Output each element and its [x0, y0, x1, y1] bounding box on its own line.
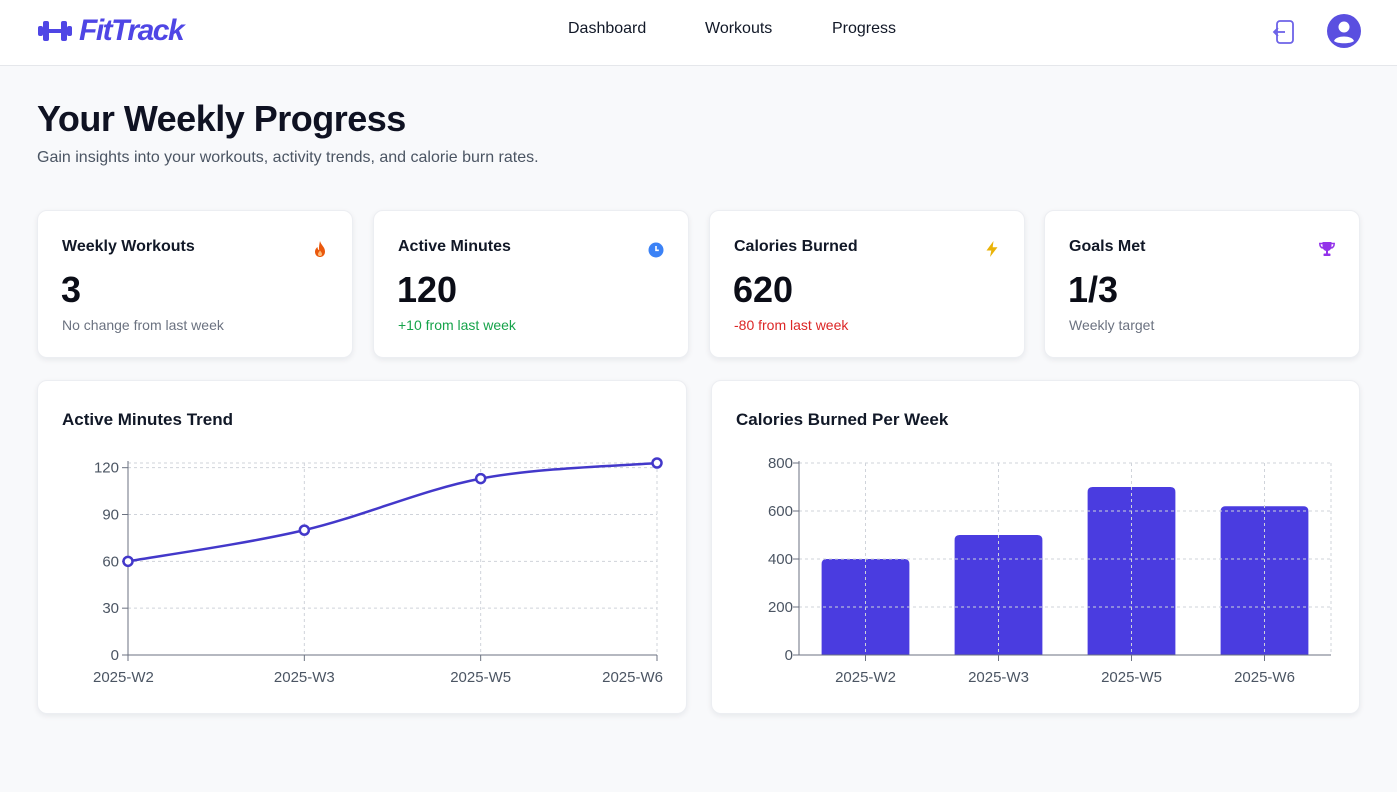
- x-tick-label: 2025-W6: [1234, 669, 1295, 686]
- data-point: [298, 524, 311, 536]
- active-minutes-chart-card: Active Minutes Trend 0 30 60 90 120 2025-W2 20…: [37, 380, 687, 714]
- nav-workouts[interactable]: Workouts: [705, 20, 772, 38]
- stat-value: 620: [733, 269, 794, 310]
- nav-dashboard[interactable]: Dashboard: [568, 20, 646, 38]
- page-title: Your Weekly Progress: [37, 98, 406, 139]
- y-tick-label: 400: [768, 551, 793, 568]
- brand-logo[interactable]: FitTrack: [37, 14, 185, 48]
- stat-card-weekly-workouts: Weekly Workouts 3 No change from last we…: [37, 210, 353, 358]
- y-tick-label: 0: [785, 647, 793, 664]
- data-point: [122, 555, 134, 568]
- trophy-icon: [1319, 242, 1335, 256]
- x-tick-label: 2025-W2: [93, 669, 154, 686]
- y-tick-label: 30: [102, 600, 119, 617]
- data-point: [474, 472, 487, 485]
- series-line: [127, 461, 658, 563]
- stat-value: 120: [397, 269, 458, 310]
- stat-change-note: Weekly target: [1069, 317, 1155, 333]
- y-tick-label: 0: [111, 647, 119, 664]
- stat-card-goals-met: Goals Met 1/3 Weekly target: [1044, 210, 1360, 358]
- stat-card-calories-burned: Calories Burned 620 -80 from last week: [709, 210, 1025, 358]
- y-tick-label: 90: [102, 507, 119, 524]
- y-tick-label: 200: [768, 599, 793, 616]
- nav-progress[interactable]: Progress: [832, 20, 896, 38]
- data-point: [651, 457, 663, 469]
- stat-label: Active Minutes: [398, 238, 511, 255]
- x-tick-label: 2025-W6: [602, 669, 663, 686]
- x-tick-label: 2025-W5: [450, 669, 511, 686]
- calories-chart-card: Calories Burned Per Week 0 200 400 600 800 20…: [711, 380, 1360, 714]
- user-avatar-icon[interactable]: [1327, 14, 1361, 48]
- y-tick-label: 600: [768, 503, 793, 520]
- active-minutes-line-chart: 0 30 60 90 120 2025-W2 2025-W3 2025-W5 2025-W6: [93, 457, 663, 686]
- stat-change-note: +10 from last week: [398, 317, 516, 333]
- stat-card-active-minutes: Active Minutes 120 +10 from last week: [373, 210, 689, 358]
- x-tick-label: 2025-W3: [968, 669, 1029, 686]
- x-tick-label: 2025-W3: [274, 669, 335, 686]
- stat-label: Goals Met: [1069, 238, 1146, 255]
- flame-icon: [315, 241, 325, 257]
- y-tick-label: 800: [768, 455, 793, 472]
- stat-change-note: No change from last week: [62, 317, 224, 333]
- x-tick-label: 2025-W2: [835, 669, 896, 686]
- stat-value: 3: [61, 269, 82, 310]
- y-tick-label: 120: [94, 460, 119, 477]
- y-tick-label: 60: [102, 553, 119, 570]
- x-tick-label: 2025-W5: [1101, 669, 1162, 686]
- logout-icon[interactable]: [1271, 18, 1297, 46]
- top-navigation-bar: FitTrack Dashboard Workouts Progress: [0, 0, 1397, 66]
- dumbbell-icon: [38, 21, 72, 41]
- stat-label: Calories Burned: [734, 238, 858, 255]
- stat-label: Weekly Workouts: [62, 238, 195, 255]
- calories-bar-chart: 0 200 400 600 800 2025-W2 2025-W3 2025-W5 2025-W…: [768, 455, 1332, 686]
- clock-icon: [648, 242, 664, 258]
- stat-change-note: -80 from last week: [734, 317, 849, 333]
- page-subtitle: Gain insights into your workouts, activi…: [37, 149, 539, 166]
- brand-name: FitTrack: [79, 14, 185, 47]
- stat-value: 1/3: [1068, 269, 1119, 310]
- lightning-icon: [986, 241, 998, 257]
